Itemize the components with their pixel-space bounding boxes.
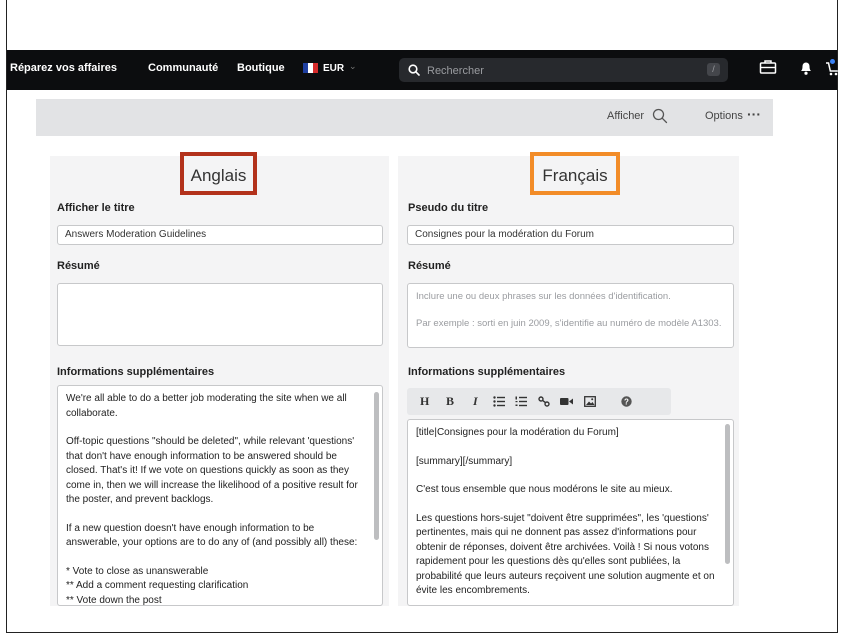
info-label: Informations supplémentaires <box>57 366 215 378</box>
info-list-item: ** Vote down the post <box>66 594 162 606</box>
nav-link-community[interactable]: Communauté <box>148 62 218 74</box>
info-paragraph: C'est tous ensemble que nous modérons le… <box>416 484 673 495</box>
info-list-item: ** Add a comment requesting clarificatio… <box>66 580 249 591</box>
summary-label: Résumé <box>57 260 100 272</box>
info-list-item: * Vote to close as unanswerable <box>66 565 209 577</box>
nav-link-repair[interactable]: Réparez vos affaires <box>10 62 117 74</box>
french-language-heading: Français <box>530 152 620 195</box>
english-info-field[interactable]: We're all able to do a better job modera… <box>57 385 383 606</box>
cart-icon[interactable] <box>825 61 839 77</box>
search-icon[interactable] <box>652 108 668 124</box>
info-paragraph: If a new question doesn't have enough in… <box>66 522 358 549</box>
svg-text:?: ? <box>624 397 629 406</box>
numbered-list-icon[interactable] <box>515 396 527 407</box>
heading-button[interactable]: H <box>420 394 429 409</box>
toolbox-icon[interactable] <box>759 59 777 75</box>
french-flag-icon[interactable] <box>303 63 318 73</box>
info-paragraph: [title|Consignes pour la modération du F… <box>416 427 619 438</box>
search-box[interactable]: / <box>399 58 728 82</box>
english-summary-field[interactable] <box>57 283 383 346</box>
info-paragraph: Les questions hors-sujet "doivent être s… <box>416 512 715 597</box>
options-button[interactable]: Options <box>705 110 743 122</box>
title-label: Afficher le titre <box>57 202 135 214</box>
scrollbar[interactable] <box>725 424 730 564</box>
top-navigation: Réparez vos affaires Communauté Boutique… <box>7 50 839 90</box>
info-paragraph: [summary][/summary] <box>416 455 513 467</box>
english-title-field[interactable]: Answers Moderation Guidelines <box>57 225 383 245</box>
scrollbar[interactable] <box>374 392 379 540</box>
info-paragraph: Off-topic questions "should be deleted",… <box>66 436 358 505</box>
currency-selector[interactable]: EUR <box>323 63 344 74</box>
info-label: Informations supplémentaires <box>408 366 566 378</box>
view-button[interactable]: Afficher <box>607 110 644 122</box>
editor-toolbar: H B I ? <box>407 388 671 415</box>
view-toolbar: Afficher Options ··· <box>36 99 773 136</box>
summary-placeholder: Inclure une ou deux phrases sur les donn… <box>416 291 671 302</box>
bold-button[interactable]: B <box>446 394 454 409</box>
french-summary-field[interactable]: Inclure une ou deux phrases sur les donn… <box>407 283 734 348</box>
search-icon <box>408 64 420 76</box>
french-info-field[interactable]: [title|Consignes pour la modération du F… <box>407 419 734 606</box>
search-shortcut-hint: / <box>707 63 720 76</box>
french-title-field[interactable]: Consignes pour la modération du Forum <box>407 225 734 245</box>
english-language-heading: Anglais <box>180 152 257 195</box>
link-icon[interactable] <box>538 396 550 407</box>
title-label: Pseudo du titre <box>408 202 489 214</box>
summary-label: Résumé <box>408 260 451 272</box>
bullet-list-icon[interactable] <box>493 396 505 407</box>
bell-icon[interactable] <box>799 59 813 76</box>
info-paragraph: We're all able to do a better job modera… <box>66 393 347 419</box>
more-dots-icon[interactable]: ··· <box>747 106 761 122</box>
image-icon[interactable] <box>584 396 596 407</box>
nav-link-store[interactable]: Boutique <box>237 62 285 74</box>
search-input[interactable] <box>425 62 689 80</box>
italic-button[interactable]: I <box>473 394 478 409</box>
video-icon[interactable] <box>560 397 573 406</box>
help-icon[interactable]: ? <box>621 396 632 407</box>
chevron-down-icon[interactable]: ⌄ <box>349 61 357 72</box>
summary-placeholder-example: Par exemple : sorti en juin 2009, s'iden… <box>416 318 722 329</box>
